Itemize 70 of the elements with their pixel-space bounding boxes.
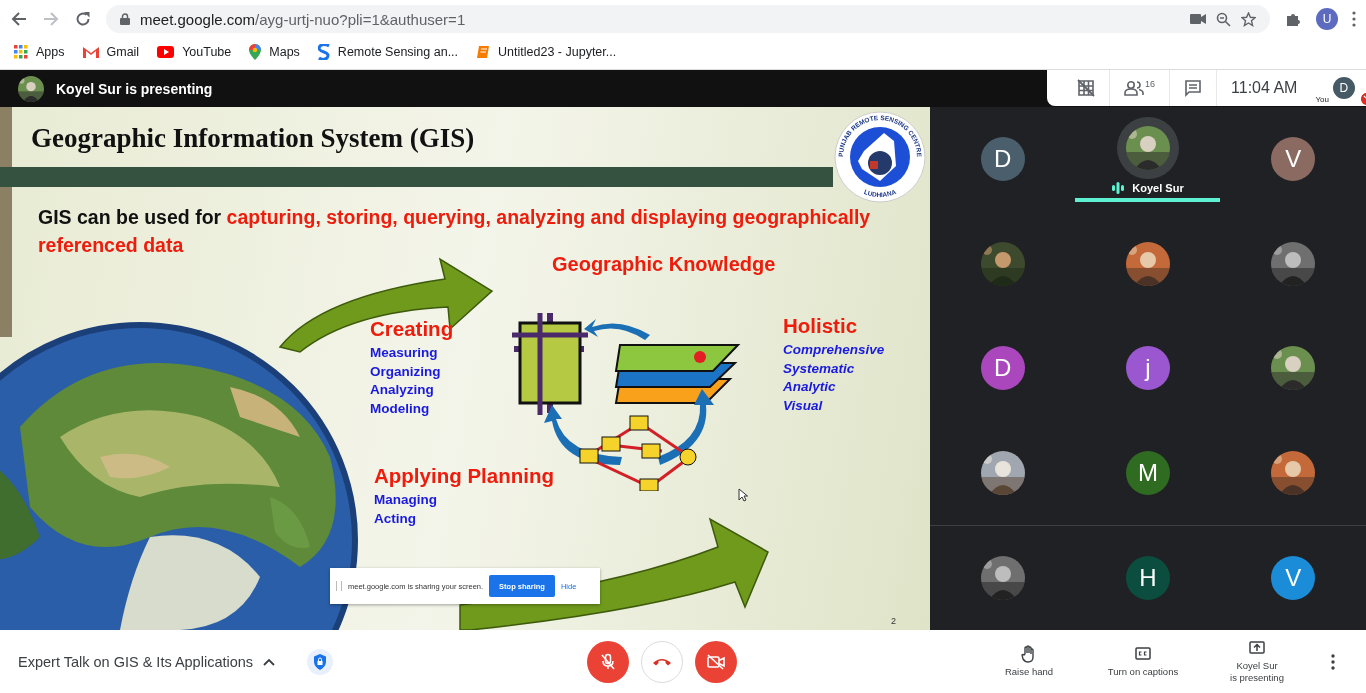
chat-icon	[1184, 79, 1202, 97]
diagram-heading: Geographic Knowledge	[552, 253, 776, 276]
group-item: Organizing	[370, 362, 442, 381]
group-item: Measuring	[370, 344, 439, 362]
camera-icon[interactable]	[1190, 13, 1206, 25]
more-icon[interactable]	[1352, 11, 1356, 27]
microphone-button[interactable]	[586, 640, 629, 683]
lock-icon	[120, 13, 130, 25]
group-item: Visual	[783, 396, 824, 415]
presenter-label: Koyel Sur is presenting	[56, 80, 213, 97]
notebook-icon	[476, 45, 491, 59]
people-icon	[1124, 80, 1144, 96]
toolbar-action[interactable]: Turn on captions	[1086, 645, 1200, 678]
star-icon[interactable]	[1241, 11, 1256, 27]
map-pin-icon	[249, 44, 262, 60]
back-icon[interactable]	[10, 10, 28, 28]
bookmark[interactable]: Untitled23 - Jupyter...	[476, 45, 617, 59]
group-item: Analyzing	[370, 381, 435, 399]
address-bar[interactable]: meet.google.com/ayg-urtj-nuo?pli=1&authuser=1	[106, 5, 1270, 33]
group-item: Modeling	[370, 399, 431, 418]
more-icon	[1331, 653, 1335, 670]
bookmark[interactable]: Maps	[249, 44, 300, 60]
hand-icon	[1021, 645, 1037, 663]
caret-icon[interactable]	[263, 657, 276, 666]
toolbar-action[interactable]: Koyel Sur is presenting	[1200, 639, 1314, 684]
bookmark[interactable]: YouTube	[157, 45, 232, 59]
present-screen-icon	[1249, 639, 1265, 657]
shield-lock-icon[interactable]	[307, 648, 334, 675]
reload-icon[interactable]	[74, 10, 92, 28]
grid-off-icon	[1077, 79, 1095, 97]
toolbar-action[interactable]: Raise hand	[972, 645, 1086, 678]
zoom-icon[interactable]	[1216, 11, 1231, 27]
s-logo-icon	[317, 44, 330, 60]
slide-sentence: GIS can be used for capturing, storing, querying, analyzing and displaying geographically referenced data	[38, 205, 872, 256]
bookmark[interactable]: Apps	[14, 45, 65, 59]
avatar: D	[980, 137, 1025, 182]
bookmark[interactable]: Remote Sensing an...	[317, 44, 459, 60]
camera-button[interactable]	[694, 640, 737, 683]
participant-name: Koyel Sur	[1132, 181, 1184, 194]
mic-off-icon	[599, 652, 616, 671]
avatar: D	[980, 346, 1025, 391]
captions-icon	[1135, 645, 1151, 663]
group-heading: Holistic	[783, 314, 859, 338]
video-camera-off-icon	[705, 653, 726, 670]
self-label: You	[1315, 95, 1329, 104]
group-item: Acting	[374, 509, 417, 528]
envelope-icon	[82, 46, 99, 58]
self-avatar: D	[1332, 77, 1355, 99]
avatar: V	[1271, 556, 1316, 601]
cursor-icon	[738, 488, 748, 502]
play-icon	[157, 46, 175, 58]
profile-avatar[interactable]: U	[1316, 8, 1338, 30]
group-item: Systematic	[783, 359, 856, 378]
avatar: j	[1126, 346, 1170, 391]
group-heading: Creating	[370, 317, 454, 341]
avatar: H	[1126, 556, 1170, 601]
clock-time: 11:04 AM	[1230, 79, 1299, 97]
phone-icon	[651, 656, 672, 667]
group-heading: Applying Planning	[374, 464, 554, 488]
page-number: 2	[891, 616, 896, 626]
group-item: Managing	[374, 491, 438, 509]
avatar: V	[1271, 137, 1316, 182]
bookmark[interactable]: Gmail	[82, 45, 140, 59]
meeting-title[interactable]: Expert Talk on GIS & Its Applications	[18, 653, 254, 670]
group-item: Comprehensive	[783, 341, 885, 359]
people-button[interactable]: 16	[1110, 70, 1170, 106]
group-item: Analytic	[783, 378, 837, 396]
apps-grid-icon	[14, 45, 28, 59]
avatar: M	[1126, 451, 1170, 496]
slide-title: Geographic Information System (GIS)	[31, 123, 475, 154]
